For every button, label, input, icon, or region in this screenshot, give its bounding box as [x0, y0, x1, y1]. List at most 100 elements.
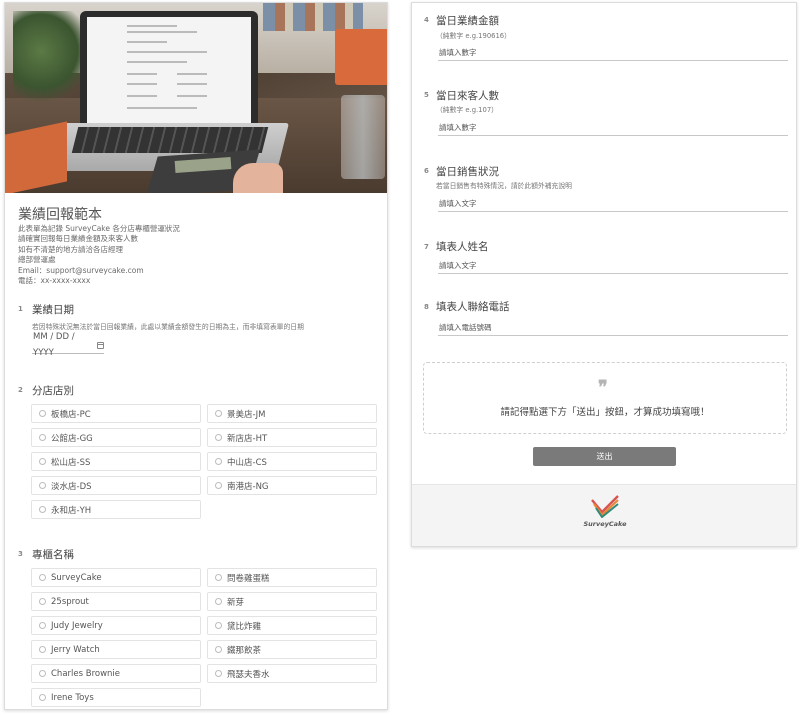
- question-title-branch: 分店店別: [32, 385, 74, 397]
- date-input[interactable]: MM / DD / YYYY: [32, 332, 104, 358]
- option-label: 飛瑟夫香水: [227, 669, 270, 680]
- option-label: 中山店-CS: [227, 457, 267, 468]
- option-label: 新店店-HT: [227, 433, 268, 444]
- question-number: 3: [18, 550, 23, 558]
- radio-circle-icon[interactable]: [39, 622, 46, 629]
- radio-circle-icon[interactable]: [215, 574, 222, 581]
- date-placeholder: MM / DD / YYYY: [33, 332, 75, 358]
- radio-option-branch[interactable]: 板橋店-PC: [31, 404, 201, 423]
- description-line: 請確實回報每日業績金額及來客人數: [18, 234, 138, 244]
- option-label: 淡水店-DS: [51, 481, 92, 492]
- option-label: 景美店-JM: [227, 409, 266, 420]
- surveycake-logo-icon: [591, 495, 619, 518]
- radio-circle-icon[interactable]: [39, 482, 46, 489]
- question-number: 4: [424, 16, 429, 24]
- option-label: Judy Jewelry: [51, 620, 103, 631]
- description-line: 此表單為記錄 SurveyCake 各分店專櫃營運狀況: [18, 224, 180, 233]
- footer-logo-text: SurveyCake: [583, 520, 627, 528]
- radio-option-counter[interactable]: 問卷雞蛋糕: [207, 568, 377, 587]
- radio-circle-icon[interactable]: [39, 598, 46, 605]
- question-number: 7: [424, 243, 429, 251]
- radio-circle-icon[interactable]: [39, 694, 46, 701]
- radio-circle-icon[interactable]: [215, 434, 222, 441]
- option-label: 板橋店-PC: [51, 409, 91, 420]
- radio-circle-icon[interactable]: [39, 434, 46, 441]
- filler-phone-input[interactable]: [438, 319, 788, 336]
- question-title-visitor-count: 當日來客人數: [436, 90, 499, 102]
- option-label: 永和店-YH: [51, 505, 92, 516]
- submit-button[interactable]: 送出: [533, 447, 676, 466]
- description-line: 電話：xx-xxxx-xxxx: [18, 276, 91, 286]
- radio-option-branch[interactable]: 景美店-JM: [207, 404, 377, 423]
- radio-option-counter[interactable]: 飛瑟夫香水: [207, 664, 377, 683]
- hero-glass: [341, 95, 385, 179]
- question-number: 8: [424, 303, 429, 311]
- description-line: 總部營運處: [18, 255, 56, 265]
- radio-option-counter[interactable]: SurveyCake: [31, 568, 201, 587]
- radio-circle-icon[interactable]: [215, 646, 222, 653]
- form-page-right: 4 當日業績金額 （純數字 e.g.190616） 5 當日來客人數 （純數字 …: [411, 2, 797, 547]
- radio-option-counter[interactable]: Jerry Watch: [31, 640, 201, 659]
- question-title-counter: 專櫃名稱: [32, 549, 74, 561]
- hero-laptop-display: [87, 17, 251, 127]
- option-label: 南港店-NG: [227, 481, 269, 492]
- option-label: 鐵那飲茶: [227, 645, 262, 656]
- question-title-sales-amount: 當日業績金額: [436, 15, 499, 27]
- radio-circle-icon[interactable]: [39, 506, 46, 513]
- radio-circle-icon[interactable]: [39, 574, 46, 581]
- radio-option-branch[interactable]: 淡水店-DS: [31, 476, 201, 495]
- radio-circle-icon[interactable]: [39, 670, 46, 677]
- option-label: Jerry Watch: [51, 644, 100, 655]
- question-hint: 若當日銷售有特殊情況，請於此額外補充說明: [436, 182, 572, 190]
- option-label: Irene Toys: [51, 692, 94, 703]
- question-number: 6: [424, 167, 429, 175]
- radio-circle-icon[interactable]: [39, 646, 46, 653]
- option-label: 松山店-SS: [51, 457, 91, 468]
- hero-books: [263, 3, 363, 31]
- footer: SurveyCake: [412, 484, 796, 546]
- option-label: 黛比炸雞: [227, 621, 262, 632]
- visitor-count-input[interactable]: [438, 119, 788, 136]
- radio-circle-icon[interactable]: [215, 458, 222, 465]
- header-image: [5, 3, 387, 193]
- radio-circle-icon[interactable]: [215, 598, 222, 605]
- hero-hand: [233, 163, 283, 193]
- filler-name-input[interactable]: [438, 257, 788, 274]
- quote-icon: ❞: [598, 377, 608, 398]
- question-title-sales-status: 當日銷售狀況: [436, 166, 499, 178]
- option-label: 新芽: [227, 597, 245, 608]
- question-title-filler-phone: 填表人聯絡電話: [436, 301, 510, 313]
- radio-option-counter[interactable]: 黛比炸雞: [207, 616, 377, 635]
- sales-amount-input[interactable]: [438, 44, 788, 61]
- radio-circle-icon[interactable]: [39, 410, 46, 417]
- radio-circle-icon[interactable]: [215, 482, 222, 489]
- form-page-left: 業績回報範本 此表單為記錄 SurveyCake 各分店專櫃營運狀況 請確實回報…: [4, 2, 388, 710]
- option-label: Charles Brownie: [51, 668, 121, 679]
- radio-option-counter[interactable]: Judy Jewelry: [31, 616, 201, 635]
- radio-option-branch[interactable]: 新店店-HT: [207, 428, 377, 447]
- radio-circle-icon[interactable]: [215, 622, 222, 629]
- radio-option-branch[interactable]: 中山店-CS: [207, 452, 377, 471]
- radio-option-branch[interactable]: 松山店-SS: [31, 452, 201, 471]
- calendar-icon[interactable]: [97, 341, 104, 349]
- radio-circle-icon[interactable]: [215, 670, 222, 677]
- radio-option-counter[interactable]: Charles Brownie: [31, 664, 201, 683]
- radio-option-branch[interactable]: 公館店-GG: [31, 428, 201, 447]
- submit-reminder-text: 請記得點選下方「送出」按鈕，才算成功填寫哦！: [500, 407, 710, 418]
- radio-option-counter[interactable]: 新芽: [207, 592, 377, 611]
- radio-option-branch[interactable]: 永和店-YH: [31, 500, 201, 519]
- radio-option-counter[interactable]: Irene Toys: [31, 688, 201, 707]
- hero-plant: [13, 11, 83, 111]
- sales-status-input[interactable]: [438, 195, 788, 212]
- radio-option-counter[interactable]: 25sprout: [31, 592, 201, 611]
- radio-option-branch[interactable]: 南港店-NG: [207, 476, 377, 495]
- radio-option-counter[interactable]: 鐵那飲茶: [207, 640, 377, 659]
- option-label: SurveyCake: [51, 572, 102, 583]
- radio-circle-icon[interactable]: [215, 410, 222, 417]
- question-number: 5: [424, 91, 429, 99]
- option-label: 25sprout: [51, 596, 89, 607]
- option-label: 問卷雞蛋糕: [227, 573, 270, 584]
- option-label: 公館店-GG: [51, 433, 93, 444]
- submit-reminder-box: ❞ 請記得點選下方「送出」按鈕，才算成功填寫哦！: [423, 362, 787, 434]
- radio-circle-icon[interactable]: [39, 458, 46, 465]
